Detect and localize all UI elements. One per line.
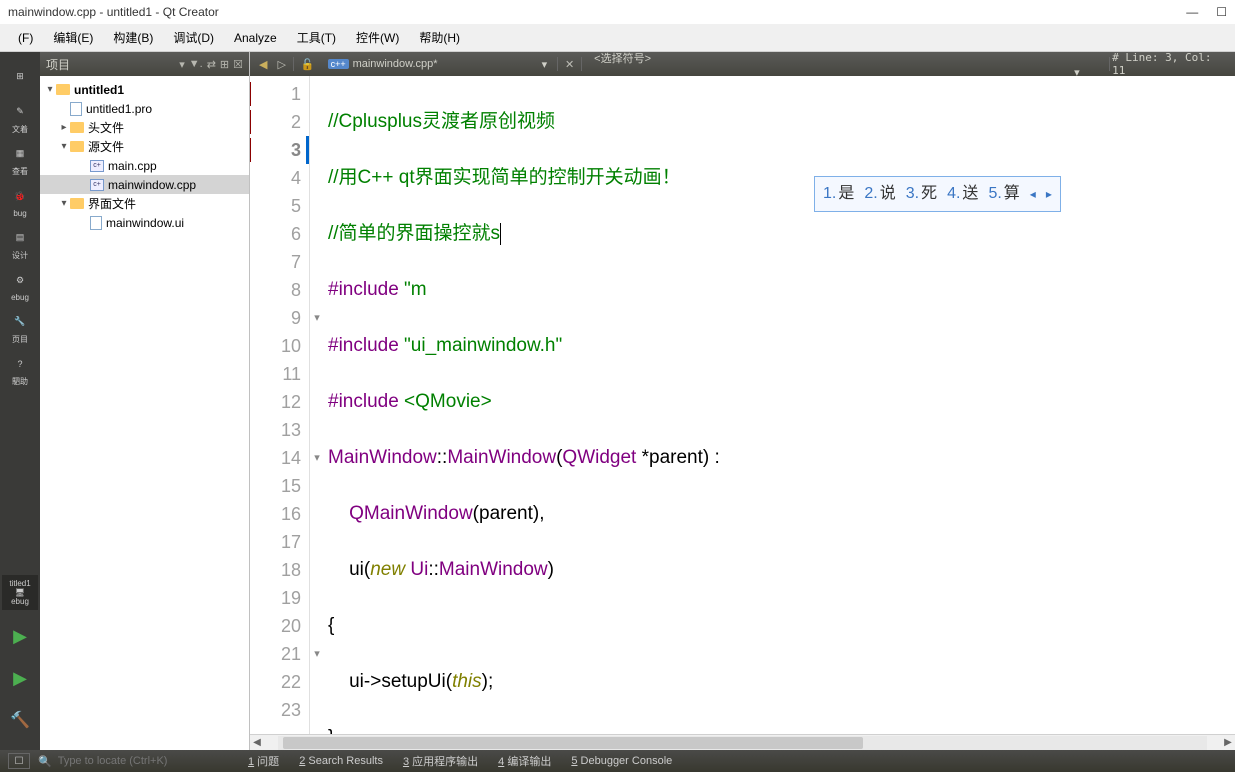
scroll-right-icon[interactable]: ▶ xyxy=(1221,737,1235,748)
nav-forward-button[interactable]: ▷ xyxy=(272,56,290,73)
split-icon[interactable]: ⊞ xyxy=(220,58,229,71)
code-editor[interactable]: //Cplusplus灵渡者原创视频 //用C++ qt界面实现简单的控制开关动… xyxy=(324,76,1235,734)
window-title: mainwindow.cpp - untitled1 - Qt Creator xyxy=(8,5,219,19)
fold-toggle-icon[interactable]: ▾ xyxy=(310,304,324,332)
project-panel: 项目 ▾ ▼. ⇄ ⊞ ☒ ▾ untitled1 untitled1.pro … xyxy=(40,52,250,750)
ime-candidate[interactable]: 1.是 xyxy=(823,180,854,208)
build-button[interactable]: 🔨 xyxy=(4,700,36,740)
menu-tools[interactable]: 工具(T) xyxy=(287,25,346,50)
open-file-dropdown[interactable]: c++ mainwindow.cpp* ▾ xyxy=(320,56,556,73)
run-button[interactable]: ▶ xyxy=(4,616,36,656)
close-file-button[interactable]: ✕ xyxy=(560,56,579,73)
tree-mainwindow-ui[interactable]: mainwindow.ui xyxy=(40,213,249,232)
tree-sources-folder[interactable]: ▾ 源文件 xyxy=(40,137,249,156)
project-panel-header: 项目 ▾ ▼. ⇄ ⊞ ☒ xyxy=(40,52,249,76)
ime-candidate[interactable]: 3.死 xyxy=(906,180,937,208)
scrollbar-thumb[interactable] xyxy=(283,737,863,749)
locator-input[interactable] xyxy=(58,755,228,767)
ime-candidate[interactable]: 5.算 xyxy=(988,180,1019,208)
status-compile-output[interactable]: 4 编译输出 xyxy=(488,753,561,769)
tree-mainwindow-cpp[interactable]: c+ mainwindow.cpp xyxy=(40,175,249,194)
editor-area: ◀ ▷ 🔓 c++ mainwindow.cpp* ▾ ✕ <选择符号> ▾ #… xyxy=(250,52,1235,750)
debug-run-button[interactable]: ▶ xyxy=(4,658,36,698)
link-icon[interactable]: ⇄ xyxy=(207,58,216,71)
fold-toggle-icon[interactable]: ▾ xyxy=(310,640,324,668)
mode-help[interactable]: ?駟助 xyxy=(4,350,36,390)
mode-tools[interactable]: 🔧页目 xyxy=(4,308,36,348)
menu-widgets[interactable]: 控件(W) xyxy=(346,25,409,50)
ime-candidate[interactable]: 4.送 xyxy=(947,180,978,208)
cursor-position: # Line: 3, Col: 11 xyxy=(1112,52,1231,77)
project-tree[interactable]: ▾ untitled1 untitled1.pro ▸ 头文件 ▾ 源文件 c+… xyxy=(40,76,249,750)
minimize-button[interactable]: — xyxy=(1186,5,1198,19)
tree-headers-folder[interactable]: ▸ 头文件 xyxy=(40,118,249,137)
tree-project-root[interactable]: ▾ untitled1 xyxy=(40,80,249,99)
status-debugger-console[interactable]: 5 Debugger Console xyxy=(561,755,682,767)
search-icon: 🔍 xyxy=(38,755,52,768)
status-app-output[interactable]: 3 应用程序输出 xyxy=(393,753,488,769)
tree-main-cpp[interactable]: c+ main.cpp xyxy=(40,156,249,175)
menu-analyze[interactable]: Analyze xyxy=(224,27,287,49)
lock-icon[interactable]: 🔓 xyxy=(296,56,320,73)
scroll-left-icon[interactable]: ◀ xyxy=(250,737,264,748)
tree-pro-file[interactable]: untitled1.pro xyxy=(40,99,249,118)
ime-candidate-popup[interactable]: 1.是 2.说 3.死 4.送 5.算 ◂ ▸ xyxy=(814,176,1061,212)
mode-debug[interactable]: 🐞bug xyxy=(4,182,36,222)
target-selector[interactable]: titled1 🖥 ebug xyxy=(2,575,38,610)
menu-build[interactable]: 构建(B) xyxy=(103,25,163,50)
text-cursor xyxy=(500,223,501,245)
tree-forms-folder[interactable]: ▾ 界面文件 xyxy=(40,194,249,213)
line-number-gutter[interactable]: 1 2 3 4 5 6 7 8 9 10 11 12 13 14 15 16 1… xyxy=(250,76,310,734)
dropdown-icon[interactable]: ▾ xyxy=(179,58,185,71)
mode-debug2[interactable]: ⚙ebug xyxy=(4,266,36,306)
locator[interactable]: 🔍 xyxy=(38,755,238,768)
status-issues[interactable]: 1 问题 xyxy=(238,753,289,769)
nav-back-button[interactable]: ◀ xyxy=(254,56,272,73)
fold-toggle-icon[interactable]: ▾ xyxy=(310,444,324,472)
close-panel-icon[interactable]: ☒ xyxy=(233,58,243,71)
editor-toolbar: ◀ ▷ 🔓 c++ mainwindow.cpp* ▾ ✕ <选择符号> ▾ #… xyxy=(250,52,1235,76)
mode-design[interactable]: ▦查看 xyxy=(4,140,36,180)
output-toggle-button[interactable]: ☐ xyxy=(8,753,30,769)
status-bar: ☐ 🔍 1 问题 2 Search Results 3 应用程序输出 4 编译输… xyxy=(0,750,1235,772)
ime-next-icon[interactable]: ▸ xyxy=(1046,180,1052,208)
mode-sidebar: ⊞ ✎文着 ▦查看 🐞bug ▤设计 ⚙ebug 🔧页目 ?駟助 titled1… xyxy=(0,52,40,750)
horizontal-scrollbar[interactable]: ◀ ▶ xyxy=(250,734,1235,750)
menu-edit[interactable]: 编辑(E) xyxy=(43,25,103,50)
title-bar: mainwindow.cpp - untitled1 - Qt Creator … xyxy=(0,0,1235,24)
menu-file[interactable]: (F) xyxy=(8,27,43,49)
project-panel-title: 项目 xyxy=(46,56,70,73)
mode-welcome[interactable]: ⊞ xyxy=(4,56,36,96)
maximize-button[interactable]: ☐ xyxy=(1216,5,1227,19)
fold-gutter[interactable]: ▾ ▾ ▾ xyxy=(310,76,324,734)
status-search-results[interactable]: 2 Search Results xyxy=(289,755,393,767)
mode-projects[interactable]: ▤设计 xyxy=(4,224,36,264)
ime-candidate[interactable]: 2.说 xyxy=(864,180,895,208)
mode-edit[interactable]: ✎文着 xyxy=(4,98,36,138)
menu-help[interactable]: 帮助(H) xyxy=(409,25,470,50)
menu-debug[interactable]: 调试(D) xyxy=(163,25,224,50)
ime-prev-icon[interactable]: ◂ xyxy=(1030,180,1036,208)
menu-bar: (F) 编辑(E) 构建(B) 调试(D) Analyze 工具(T) 控件(W… xyxy=(0,24,1235,52)
filter-icon[interactable]: ▼. xyxy=(189,58,203,70)
